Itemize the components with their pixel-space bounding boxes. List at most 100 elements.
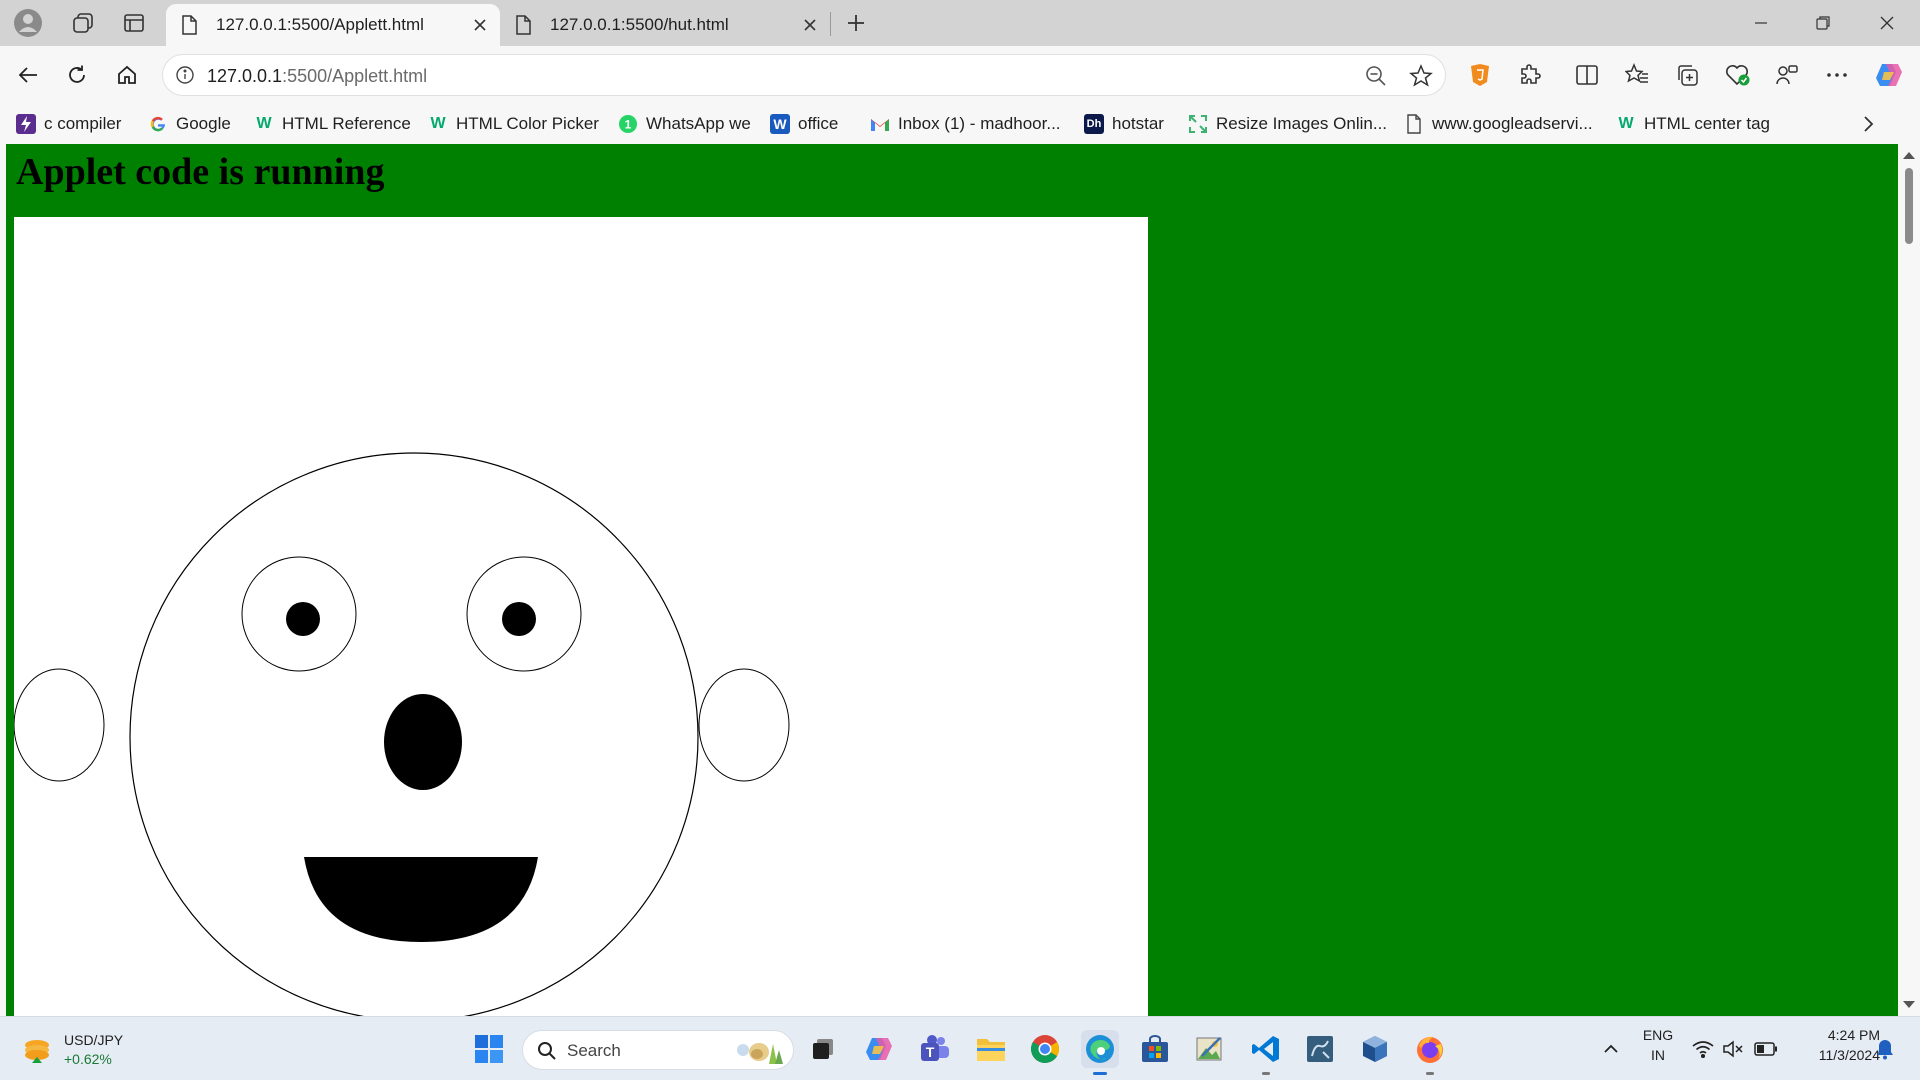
- url-host: 127.0.0.1: [207, 66, 283, 86]
- svg-text:1: 1: [625, 118, 632, 132]
- split-screen-icon[interactable]: [1567, 55, 1607, 95]
- hotstar-icon: Dh: [1084, 114, 1104, 134]
- restore-icon[interactable]: [1792, 0, 1854, 46]
- widget-title: USD/JPY: [64, 1032, 124, 1048]
- bookmark-label: c compiler: [44, 114, 122, 133]
- vertical-tabs-icon[interactable]: [116, 8, 152, 38]
- chrome-icon[interactable]: [1026, 1030, 1064, 1068]
- bookmark-resize-images[interactable]: Resize Images Onlin...: [1188, 111, 1387, 137]
- new-tab-icon[interactable]: [838, 8, 874, 38]
- system-tray-status[interactable]: [1692, 1039, 1782, 1063]
- taskbar-search[interactable]: Search: [522, 1030, 794, 1070]
- widget-change: +0.62%: [64, 1051, 112, 1067]
- bolt-icon: [16, 114, 36, 134]
- bookmark-label: HTML center tag: [1644, 114, 1770, 133]
- bookmark-label: Resize Images Onlin...: [1216, 114, 1388, 133]
- start-windows-icon[interactable]: [470, 1030, 508, 1068]
- bookmarks-overflow-chevron-icon[interactable]: [1862, 111, 1874, 137]
- back-icon[interactable]: [8, 55, 48, 95]
- address-bar[interactable]: 127.0.0.1:5500/Applett.html: [162, 54, 1446, 96]
- speaker-muted-icon: [1723, 1040, 1743, 1058]
- minimize-icon[interactable]: [1730, 0, 1792, 46]
- settings-more-icon[interactable]: [1817, 55, 1857, 95]
- close-window-icon[interactable]: [1856, 0, 1918, 46]
- bookmark-html-reference[interactable]: W HTML Reference: [254, 111, 411, 137]
- page-viewport: Applet code is running: [0, 144, 1920, 1016]
- bookmark-html-center-tag[interactable]: W HTML center tag: [1616, 111, 1770, 137]
- vscode-icon[interactable]: [1247, 1030, 1285, 1075]
- page-body: Applet code is running: [6, 144, 1898, 1016]
- tab-strip: 127.0.0.1:5500/Applett.html 127.0.0.1:55…: [0, 0, 1920, 46]
- search-placeholder: Search: [567, 1041, 621, 1060]
- svg-text:T: T: [926, 1044, 935, 1060]
- close-tab-icon[interactable]: [466, 11, 494, 39]
- bookmark-office[interactable]: W office: [770, 111, 838, 137]
- bookmark-html-color-picker[interactable]: W HTML Color Picker: [428, 111, 599, 137]
- bookmark-label: hotstar: [1112, 114, 1164, 133]
- bookmark-whatsapp[interactable]: 1 WhatsApp we: [618, 111, 751, 137]
- left-pupil: [286, 602, 320, 636]
- workspaces-icon[interactable]: [65, 8, 101, 38]
- sql-workbench-icon[interactable]: [1301, 1030, 1339, 1068]
- microsoft-store-icon[interactable]: [1136, 1030, 1174, 1068]
- refresh-icon[interactable]: [57, 55, 97, 95]
- right-pupil: [502, 602, 536, 636]
- favorite-star-icon[interactable]: [1409, 64, 1433, 93]
- bookmark-label: HTML Color Picker: [456, 114, 599, 133]
- edge-icon[interactable]: [1081, 1030, 1119, 1075]
- favorites-icon[interactable]: [1617, 55, 1657, 95]
- market-widget[interactable]: USD/JPY +0.62%: [20, 1031, 160, 1071]
- nose: [384, 694, 462, 790]
- document-icon: [516, 15, 531, 35]
- teams-icon[interactable]: T: [916, 1030, 954, 1068]
- bookmark-googleadservices[interactable]: www.googleadservi...: [1404, 111, 1593, 137]
- scroll-down-icon[interactable]: [1898, 996, 1920, 1012]
- profile-icon[interactable]: [10, 8, 46, 38]
- collections-icon[interactable]: [1667, 55, 1707, 95]
- document-icon: [182, 15, 197, 35]
- firefox-icon[interactable]: [1411, 1030, 1449, 1075]
- page-icon: [1404, 114, 1424, 134]
- home-icon[interactable]: [107, 55, 147, 95]
- applet-canvas: [13, 217, 1148, 1016]
- tab-hut[interactable]: 127.0.0.1:5500/hut.html: [500, 4, 830, 46]
- browser-essentials-icon[interactable]: [1718, 55, 1758, 95]
- copilot-icon[interactable]: [1869, 55, 1909, 95]
- bookmarks-bar: c compiler Google W HTML Reference W HTM…: [0, 104, 1920, 144]
- bookmark-label: office: [798, 114, 839, 133]
- virtualbox-icon[interactable]: [1356, 1030, 1394, 1068]
- tab-applett[interactable]: 127.0.0.1:5500/Applett.html: [166, 4, 500, 46]
- bookmark-gmail-inbox[interactable]: Inbox (1) - madhoor...: [870, 111, 1061, 137]
- bookmark-label: www.googleadservi...: [1432, 114, 1593, 133]
- scroll-up-icon[interactable]: [1898, 148, 1920, 164]
- language-region: IN: [1651, 1047, 1665, 1063]
- windows-taskbar: USD/JPY +0.62% Search T ENG IN 4:24 PM 1…: [0, 1016, 1920, 1080]
- extension-shield-icon[interactable]: [1460, 55, 1500, 95]
- task-view-icon[interactable]: [804, 1030, 842, 1068]
- photo-editor-icon[interactable]: [1190, 1030, 1228, 1068]
- close-tab-icon[interactable]: [796, 11, 824, 39]
- copilot-taskbar-icon[interactable]: [860, 1030, 898, 1068]
- search-icon: [538, 1042, 556, 1060]
- language-code: ENG: [1642, 1027, 1674, 1043]
- w3schools-icon: W: [256, 115, 272, 132]
- word-icon: W: [770, 114, 790, 134]
- zoom-icon[interactable]: [1365, 65, 1387, 92]
- site-info-icon[interactable]: [175, 65, 195, 90]
- notification-bell-icon[interactable]: [1866, 1030, 1904, 1068]
- w3schools-icon: W: [1618, 115, 1634, 132]
- google-icon: [148, 114, 168, 134]
- left-ear: [13, 668, 105, 782]
- bookmark-c-compiler[interactable]: c compiler: [16, 111, 121, 137]
- feedback-icon[interactable]: [1767, 55, 1807, 95]
- extensions-icon[interactable]: [1510, 55, 1550, 95]
- file-explorer-icon[interactable]: [972, 1030, 1010, 1068]
- language-indicator[interactable]: ENG IN: [1640, 1027, 1676, 1063]
- bookmark-google[interactable]: Google: [148, 111, 231, 137]
- scrollbar-thumb[interactable]: [1905, 168, 1913, 244]
- bookmark-hotstar[interactable]: Dh hotstar: [1084, 111, 1164, 137]
- show-hidden-icons-chevron-icon[interactable]: [1592, 1030, 1630, 1068]
- battery-icon: [1754, 1042, 1777, 1056]
- page-scrollbar[interactable]: [1898, 144, 1920, 1016]
- bookmark-label: HTML Reference: [282, 114, 411, 133]
